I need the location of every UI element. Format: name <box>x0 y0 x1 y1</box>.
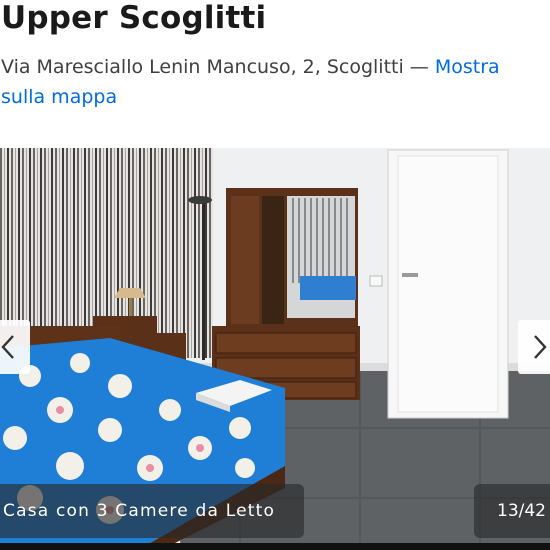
bottom-divider <box>0 543 550 550</box>
address-text: Via Maresciallo Lenin Mancuso, 2, Scogli… <box>1 56 435 78</box>
chevron-left-icon <box>1 335 14 359</box>
property-address: Via Maresciallo Lenin Mancuso, 2, Scogli… <box>1 52 546 112</box>
chevron-right-icon <box>534 335 547 359</box>
photo-gallery[interactable]: Casa con 3 Camere da Letto 13/42 <box>0 148 550 543</box>
photo-counter: 13/42 <box>474 484 550 538</box>
photo-caption: Casa con 3 Camere da Letto <box>0 484 304 538</box>
previous-photo-button[interactable] <box>0 320 30 374</box>
next-photo-button[interactable] <box>518 320 550 374</box>
property-title: Upper Scoglitti <box>1 0 267 36</box>
